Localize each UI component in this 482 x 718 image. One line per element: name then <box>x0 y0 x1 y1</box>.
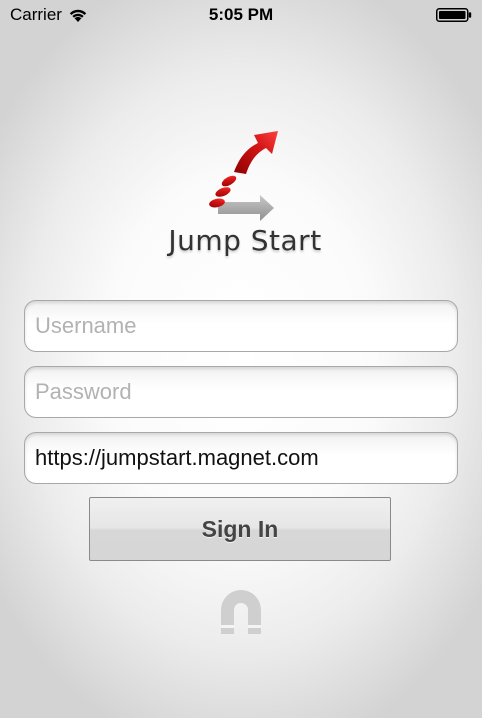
app-logo: Jump Start <box>160 122 330 272</box>
login-screen: Carrier 5:05 PM Jump Start Username http… <box>0 0 482 718</box>
status-time: 5:05 PM <box>208 5 274 24</box>
magnet-icon <box>221 590 261 634</box>
battery-icon <box>436 8 472 22</box>
jump-arrow-icon <box>209 131 278 221</box>
sign-in-button[interactable]: Sign In <box>89 497 391 561</box>
username-field[interactable] <box>24 300 458 352</box>
password-field[interactable] <box>24 366 458 418</box>
status-bar: Carrier 5:05 PM <box>0 0 482 30</box>
app-title: Jump Start <box>168 224 322 257</box>
server-url-field[interactable] <box>24 432 458 484</box>
